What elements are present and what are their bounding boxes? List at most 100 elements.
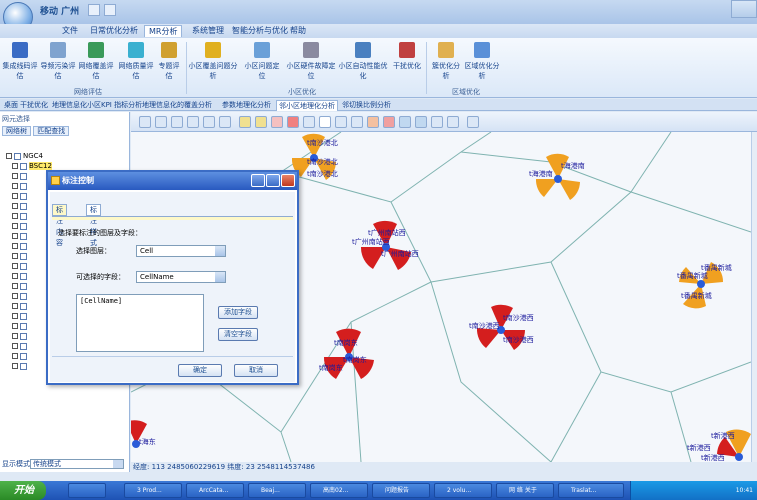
close-window-button[interactable] bbox=[731, 0, 757, 18]
ribbon-button-7[interactable]: 小区硬件故障定位 bbox=[286, 42, 336, 82]
cell-site[interactable]: t南岗东 t南岗东 t南岗东 bbox=[319, 328, 374, 379]
start-button[interactable]: 开始 bbox=[0, 481, 46, 500]
expand-icon[interactable] bbox=[12, 233, 18, 239]
checkbox[interactable] bbox=[20, 172, 27, 180]
expand-icon[interactable] bbox=[12, 333, 18, 339]
tree-node[interactable] bbox=[12, 342, 29, 351]
taskbar-item[interactable]: 网 络 关于 bbox=[496, 483, 554, 498]
checkbox[interactable] bbox=[20, 312, 27, 320]
ribbon-button-0[interactable]: 集成线码评估 bbox=[2, 42, 38, 82]
tree-node[interactable] bbox=[12, 222, 29, 231]
checkbox[interactable] bbox=[20, 232, 27, 240]
checkbox[interactable] bbox=[20, 262, 27, 270]
ribbon-button-9[interactable]: 干扰优化 bbox=[392, 42, 422, 82]
menu-smart-analysis[interactable]: 智能分析与优化 bbox=[228, 25, 292, 37]
cell-site[interactable]: t新港西 t新港西 t新港西 bbox=[687, 429, 751, 462]
tree-root[interactable]: NGC4 bbox=[6, 152, 43, 161]
select-icon[interactable] bbox=[271, 116, 283, 128]
taskbar-item[interactable]: 2 volu... bbox=[434, 483, 492, 498]
print-icon[interactable] bbox=[431, 116, 443, 128]
zoom-out-icon[interactable] bbox=[155, 116, 167, 128]
taskbar-item[interactable]: ArcCata... bbox=[186, 483, 244, 498]
forward-icon[interactable] bbox=[219, 116, 231, 128]
cell-site[interactable]: t番禺新城 t番禺新城 t番禺新城 bbox=[677, 262, 732, 309]
checkbox[interactable] bbox=[20, 182, 27, 190]
tree-node[interactable] bbox=[12, 272, 29, 281]
checkbox[interactable] bbox=[20, 352, 27, 360]
draw-icon[interactable] bbox=[255, 116, 267, 128]
tree-node[interactable] bbox=[12, 182, 29, 191]
taskbar-item[interactable]: 3 Prod... bbox=[124, 483, 182, 498]
full-extent-icon[interactable] bbox=[187, 116, 199, 128]
tree-node[interactable] bbox=[12, 362, 29, 371]
expand-icon[interactable] bbox=[12, 183, 18, 189]
export-icon[interactable] bbox=[447, 116, 459, 128]
maximize-button[interactable] bbox=[266, 174, 280, 187]
back-icon[interactable] bbox=[203, 116, 215, 128]
measure-icon[interactable] bbox=[351, 116, 363, 128]
checkbox[interactable] bbox=[20, 202, 27, 210]
expand-icon[interactable] bbox=[12, 363, 18, 369]
expand-icon[interactable] bbox=[12, 353, 18, 359]
menu-help[interactable]: 帮助 bbox=[286, 25, 310, 37]
menu-system-management[interactable]: 系统管理 bbox=[188, 25, 228, 37]
tab-label-style[interactable]: 标注样式 bbox=[86, 204, 101, 247]
cell-site[interactable]: t海东 bbox=[131, 420, 156, 448]
checkbox[interactable] bbox=[20, 242, 27, 250]
doc-tab-neighbor[interactable]: 邻小区地理化分析 bbox=[276, 100, 338, 111]
checkbox[interactable] bbox=[20, 272, 27, 280]
expand-icon[interactable] bbox=[12, 283, 18, 289]
menu-daily-analysis[interactable]: 日常优化分析 bbox=[86, 25, 142, 37]
checkbox[interactable] bbox=[20, 332, 27, 340]
tab-network-tree[interactable]: 网络树 bbox=[2, 126, 31, 136]
pan-icon[interactable] bbox=[171, 116, 183, 128]
clear-field-button[interactable]: 清空字段 bbox=[218, 328, 258, 341]
undo-icon[interactable] bbox=[104, 4, 116, 16]
tree-node[interactable] bbox=[12, 252, 29, 261]
settings-icon[interactable] bbox=[467, 116, 479, 128]
zoom-in-icon[interactable] bbox=[139, 116, 151, 128]
checkbox[interactable] bbox=[20, 212, 27, 220]
tree-node[interactable] bbox=[12, 212, 29, 221]
label-expression-textarea[interactable]: [CellName] bbox=[76, 294, 204, 352]
tab-label-content[interactable]: 标注内容 bbox=[52, 204, 67, 247]
taskbar-item[interactable]: 问题报告 bbox=[372, 483, 430, 498]
cancel-button[interactable]: 取消 bbox=[234, 364, 278, 377]
close-button[interactable] bbox=[281, 174, 295, 187]
tree-node[interactable] bbox=[12, 262, 29, 271]
clock[interactable]: 10:41 bbox=[736, 487, 753, 494]
expand-icon[interactable] bbox=[12, 163, 18, 169]
tree-node[interactable] bbox=[12, 292, 29, 301]
ribbon-button-4[interactable]: 专题评估 bbox=[156, 42, 182, 82]
legend-icon[interactable] bbox=[415, 116, 427, 128]
menu-file[interactable]: 文件 bbox=[58, 25, 82, 37]
cell-site[interactable]: t广州南站西 t广州南站西 t广州南站西 bbox=[352, 220, 419, 270]
ribbon-button-3[interactable]: 网络质量评估 bbox=[118, 42, 154, 82]
taskbar-item[interactable]: Traslat... bbox=[558, 483, 624, 498]
tree-node[interactable] bbox=[12, 172, 29, 181]
vertical-scrollbar[interactable] bbox=[751, 132, 757, 462]
tree-node[interactable] bbox=[12, 332, 29, 341]
expand-icon[interactable] bbox=[12, 203, 18, 209]
expand-icon[interactable] bbox=[12, 223, 18, 229]
grid-icon[interactable] bbox=[399, 116, 411, 128]
quick-launch[interactable] bbox=[68, 483, 106, 498]
tree-node[interactable] bbox=[12, 242, 29, 251]
cell-site[interactable]: t南沙港西 t南沙港西 t南沙港西 bbox=[469, 304, 534, 350]
expand-icon[interactable] bbox=[12, 323, 18, 329]
minimize-button[interactable] bbox=[251, 174, 265, 187]
expand-icon[interactable] bbox=[12, 263, 18, 269]
tree-node[interactable] bbox=[12, 192, 29, 201]
tree-node[interactable] bbox=[12, 202, 29, 211]
doc-tab-interference[interactable]: 干扰优化 bbox=[18, 100, 50, 110]
dialog-title-bar[interactable]: 标注控制 bbox=[48, 172, 297, 190]
ribbon-button-8[interactable]: 小区自动性能优化 bbox=[338, 42, 388, 82]
expand-icon[interactable] bbox=[12, 293, 18, 299]
taskbar-item[interactable]: Beaj... bbox=[248, 483, 306, 498]
pointer-icon[interactable] bbox=[319, 116, 331, 128]
tree-node[interactable] bbox=[12, 322, 29, 331]
doc-tab-parameter[interactable]: 参数地理化分析 bbox=[220, 100, 273, 110]
checkbox[interactable] bbox=[20, 342, 27, 350]
expand-icon[interactable] bbox=[12, 343, 18, 349]
ribbon-button-6[interactable]: 小区问题定位 bbox=[242, 42, 282, 82]
